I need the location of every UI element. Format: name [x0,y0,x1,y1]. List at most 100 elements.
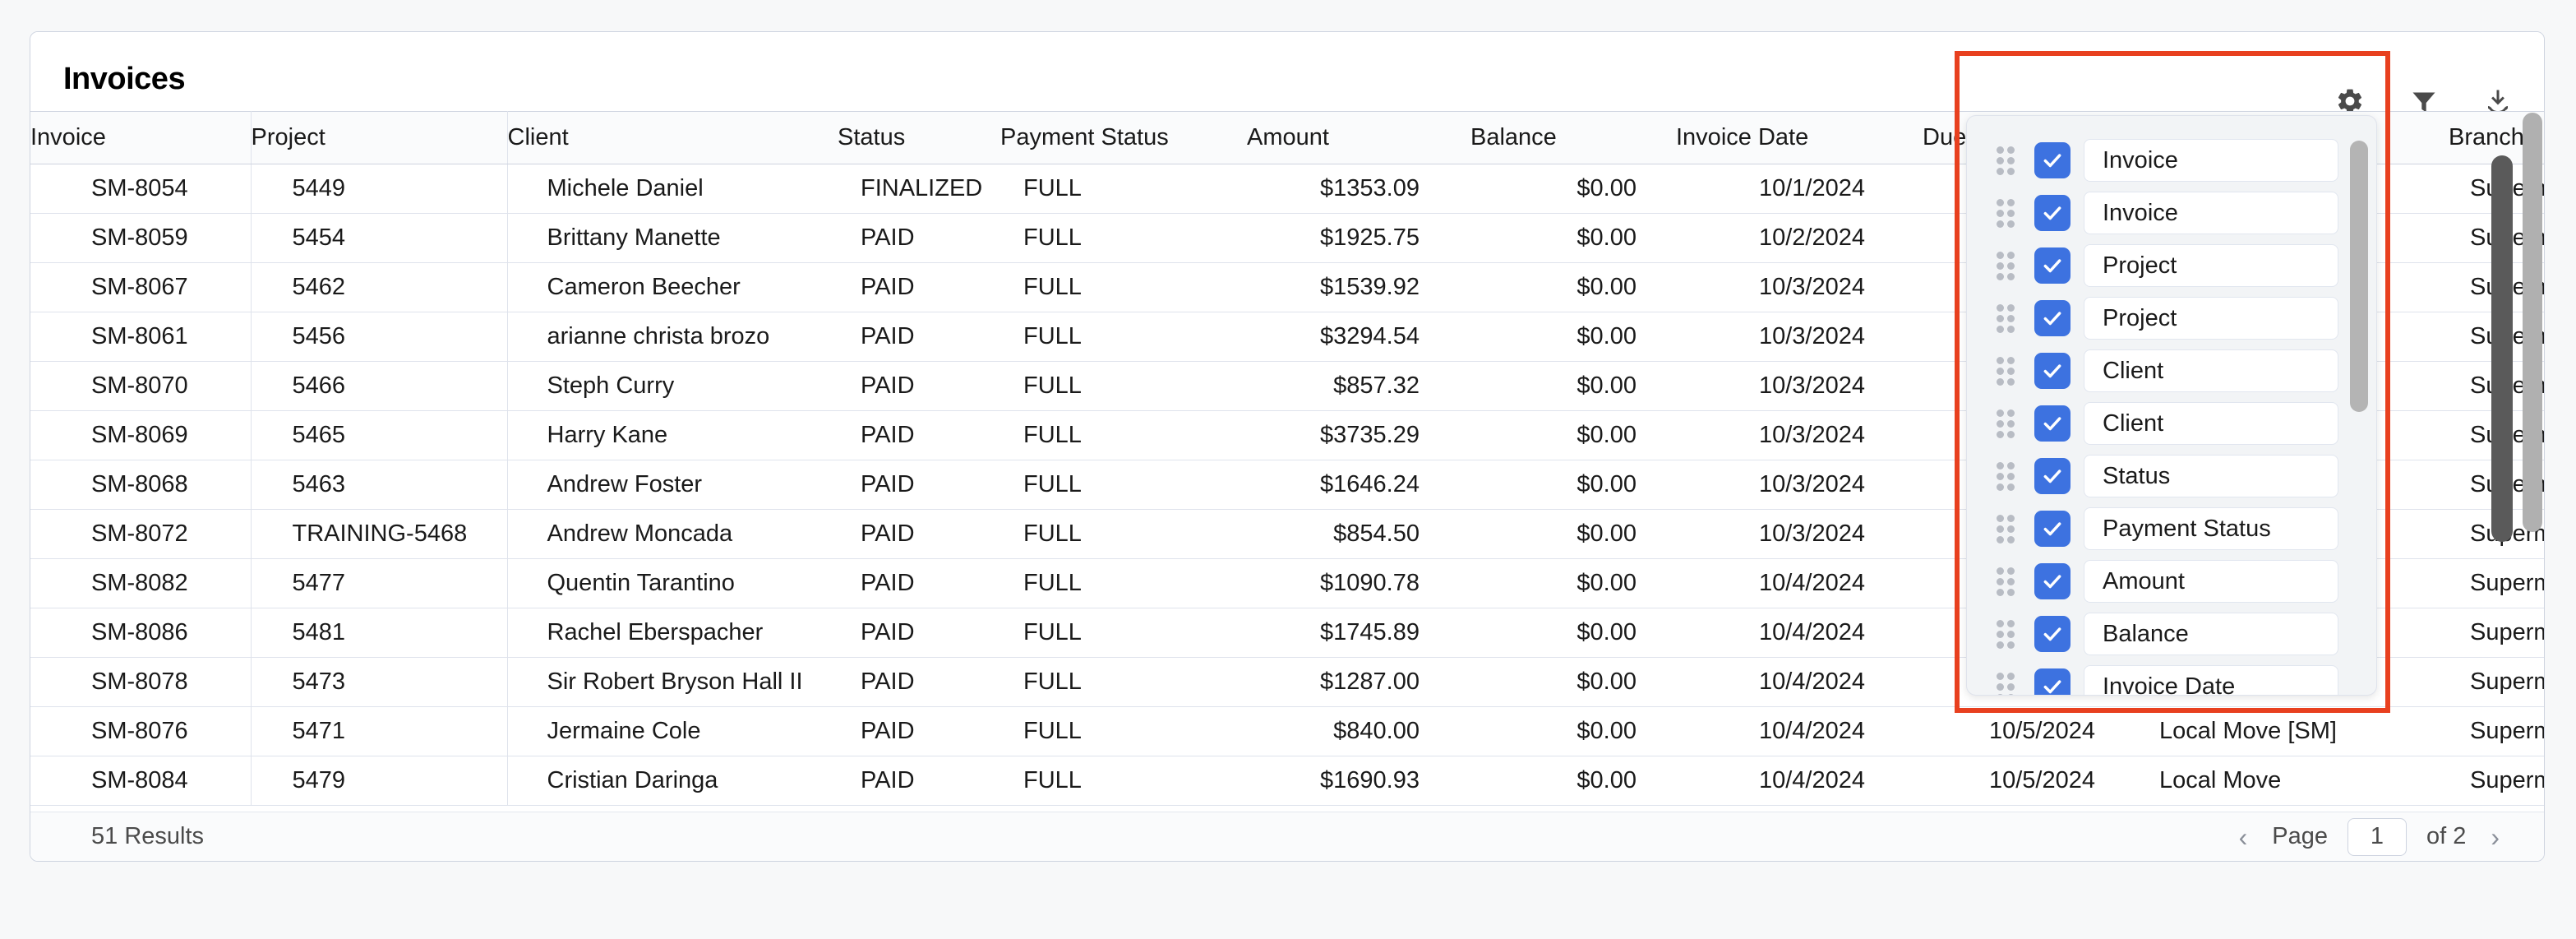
column-chooser-scrollbar-thumb[interactable] [2350,141,2368,412]
column-chooser-scrollbar[interactable] [2350,141,2368,675]
cell-project[interactable]: 5471 [251,706,508,756]
column-chooser-item-label: Project [2084,244,2338,287]
column-visibility-checkbox[interactable] [2034,300,2070,336]
column-chooser-item[interactable]: Payment Status [1967,502,2353,555]
column-header-status[interactable]: Status [838,111,1000,164]
cell-client[interactable]: Andrew Moncada [507,509,838,559]
cell-invoice[interactable]: SM-8086 [30,608,252,658]
cell-invoice[interactable]: SM-8072 [30,509,252,559]
drag-handle-icon[interactable] [1997,620,2020,649]
column-chooser-item[interactable]: Client [1967,345,2353,397]
cell-invoice[interactable]: SM-8067 [30,262,252,312]
cell-project[interactable]: 5477 [251,558,508,608]
page-vertical-scrollbar-thumb[interactable] [2523,113,2542,532]
column-visibility-checkbox[interactable] [2034,195,2070,231]
cell-client[interactable]: Michele Daniel [507,164,838,214]
cell-balance: $0.00 [1470,657,1676,707]
table-row[interactable]: SM-8076 5471 Jermaine Cole PAID FULL $840.00 $… [30,706,2544,756]
drag-handle-icon[interactable] [1997,409,2020,438]
cell-invoice[interactable]: SM-8078 [30,657,252,707]
column-chooser-item[interactable]: Amount [1967,555,2353,608]
column-visibility-checkbox[interactable] [2034,405,2070,442]
cell-project[interactable]: 5463 [251,460,508,510]
cell-client[interactable]: arianne christa brozo [507,312,838,362]
column-chooser-item-label: Amount [2084,560,2338,603]
column-header-payment-status[interactable]: Payment Status [1000,111,1247,164]
column-chooser-item-label: Invoice [2084,139,2338,182]
column-header-invoice-date[interactable]: Invoice Date [1676,111,1923,164]
column-header-client[interactable]: Client [507,111,838,164]
column-visibility-checkbox[interactable] [2034,458,2070,494]
cell-client[interactable]: Quentin Tarantino [507,558,838,608]
cell-project[interactable]: TRAINING-5468 [251,509,508,559]
cell-balance: $0.00 [1470,262,1676,312]
drag-handle-icon[interactable] [1997,304,2020,333]
cell-status: PAID [838,509,1000,559]
prev-page-button[interactable]: ‹ [2234,824,2253,850]
cell-project[interactable]: 5479 [251,756,508,806]
column-chooser-item[interactable]: Project [1967,292,2353,345]
drag-handle-icon[interactable] [1997,199,2020,228]
cell-invoice[interactable]: SM-8076 [30,706,252,756]
column-visibility-checkbox[interactable] [2034,247,2070,284]
cell-client[interactable]: Brittany Manette [507,213,838,263]
cell-client[interactable]: Jermaine Cole [507,706,838,756]
cell-invoice[interactable]: SM-8070 [30,361,252,411]
column-visibility-checkbox[interactable] [2034,668,2070,695]
drag-handle-icon[interactable] [1997,462,2020,491]
column-visibility-checkbox[interactable] [2034,563,2070,599]
page-title: Invoices [63,62,186,96]
column-visibility-checkbox[interactable] [2034,353,2070,389]
screen-root: Invoices Invoice Project Client Status P… [0,0,2576,939]
drag-handle-icon[interactable] [1997,673,2020,695]
cell-client[interactable]: Cristian Daringa [507,756,838,806]
column-visibility-checkbox[interactable] [2034,511,2070,547]
cell-invoice[interactable]: SM-8084 [30,756,252,806]
cell-client[interactable]: Steph Curry [507,361,838,411]
table-row[interactable]: SM-8084 5479 Cristian Daringa PAID FULL $1690… [30,756,2544,806]
column-visibility-checkbox[interactable] [2034,142,2070,178]
drag-handle-icon[interactable] [1997,146,2020,175]
cell-invoice[interactable]: SM-8061 [30,312,252,362]
drag-handle-icon[interactable] [1997,567,2020,596]
cell-project[interactable]: 5454 [251,213,508,263]
cell-client[interactable]: Harry Kane [507,410,838,460]
cell-project[interactable]: 5473 [251,657,508,707]
column-chooser-item[interactable]: Status [1967,450,2353,502]
cell-invoice[interactable]: SM-8068 [30,460,252,510]
cell-project[interactable]: 5449 [251,164,508,214]
page-vertical-scrollbar[interactable] [2523,113,2542,787]
next-page-button[interactable]: › [2486,824,2504,850]
column-chooser-item[interactable]: Invoice [1967,134,2353,187]
cell-project[interactable]: 5456 [251,312,508,362]
cell-status: PAID [838,706,1000,756]
cell-client[interactable]: Sir Robert Bryson Hall II [507,657,838,707]
drag-handle-icon[interactable] [1997,515,2020,544]
cell-client[interactable]: Andrew Foster [507,460,838,510]
cell-project[interactable]: 5465 [251,410,508,460]
column-chooser-item[interactable]: Balance [1967,608,2353,660]
table-vertical-scrollbar-thumb[interactable] [2491,155,2513,542]
column-header-project[interactable]: Project [251,111,508,164]
cell-client[interactable]: Rachel Eberspacher [507,608,838,658]
column-chooser-popup[interactable]: Invoice Invoice Project Project Client Client… [1966,115,2377,696]
column-chooser-item[interactable]: Invoice Date [1967,660,2353,695]
cell-invoice[interactable]: SM-8069 [30,410,252,460]
cell-client[interactable]: Cameron Beecher [507,262,838,312]
cell-invoice[interactable]: SM-8082 [30,558,252,608]
drag-handle-icon[interactable] [1997,357,2020,386]
cell-project[interactable]: 5481 [251,608,508,658]
cell-invoice[interactable]: SM-8059 [30,213,252,263]
column-header-amount[interactable]: Amount [1247,111,1470,164]
column-chooser-item[interactable]: Invoice [1967,187,2353,239]
column-visibility-checkbox[interactable] [2034,616,2070,652]
drag-handle-icon[interactable] [1997,252,2020,280]
column-header-balance[interactable]: Balance [1470,111,1676,164]
page-number-input[interactable] [2347,817,2407,856]
column-header-invoice[interactable]: Invoice [30,111,252,164]
column-chooser-item[interactable]: Project [1967,239,2353,292]
cell-project[interactable]: 5466 [251,361,508,411]
cell-invoice[interactable]: SM-8054 [30,164,252,214]
column-chooser-item[interactable]: Client [1967,397,2353,450]
cell-project[interactable]: 5462 [251,262,508,312]
